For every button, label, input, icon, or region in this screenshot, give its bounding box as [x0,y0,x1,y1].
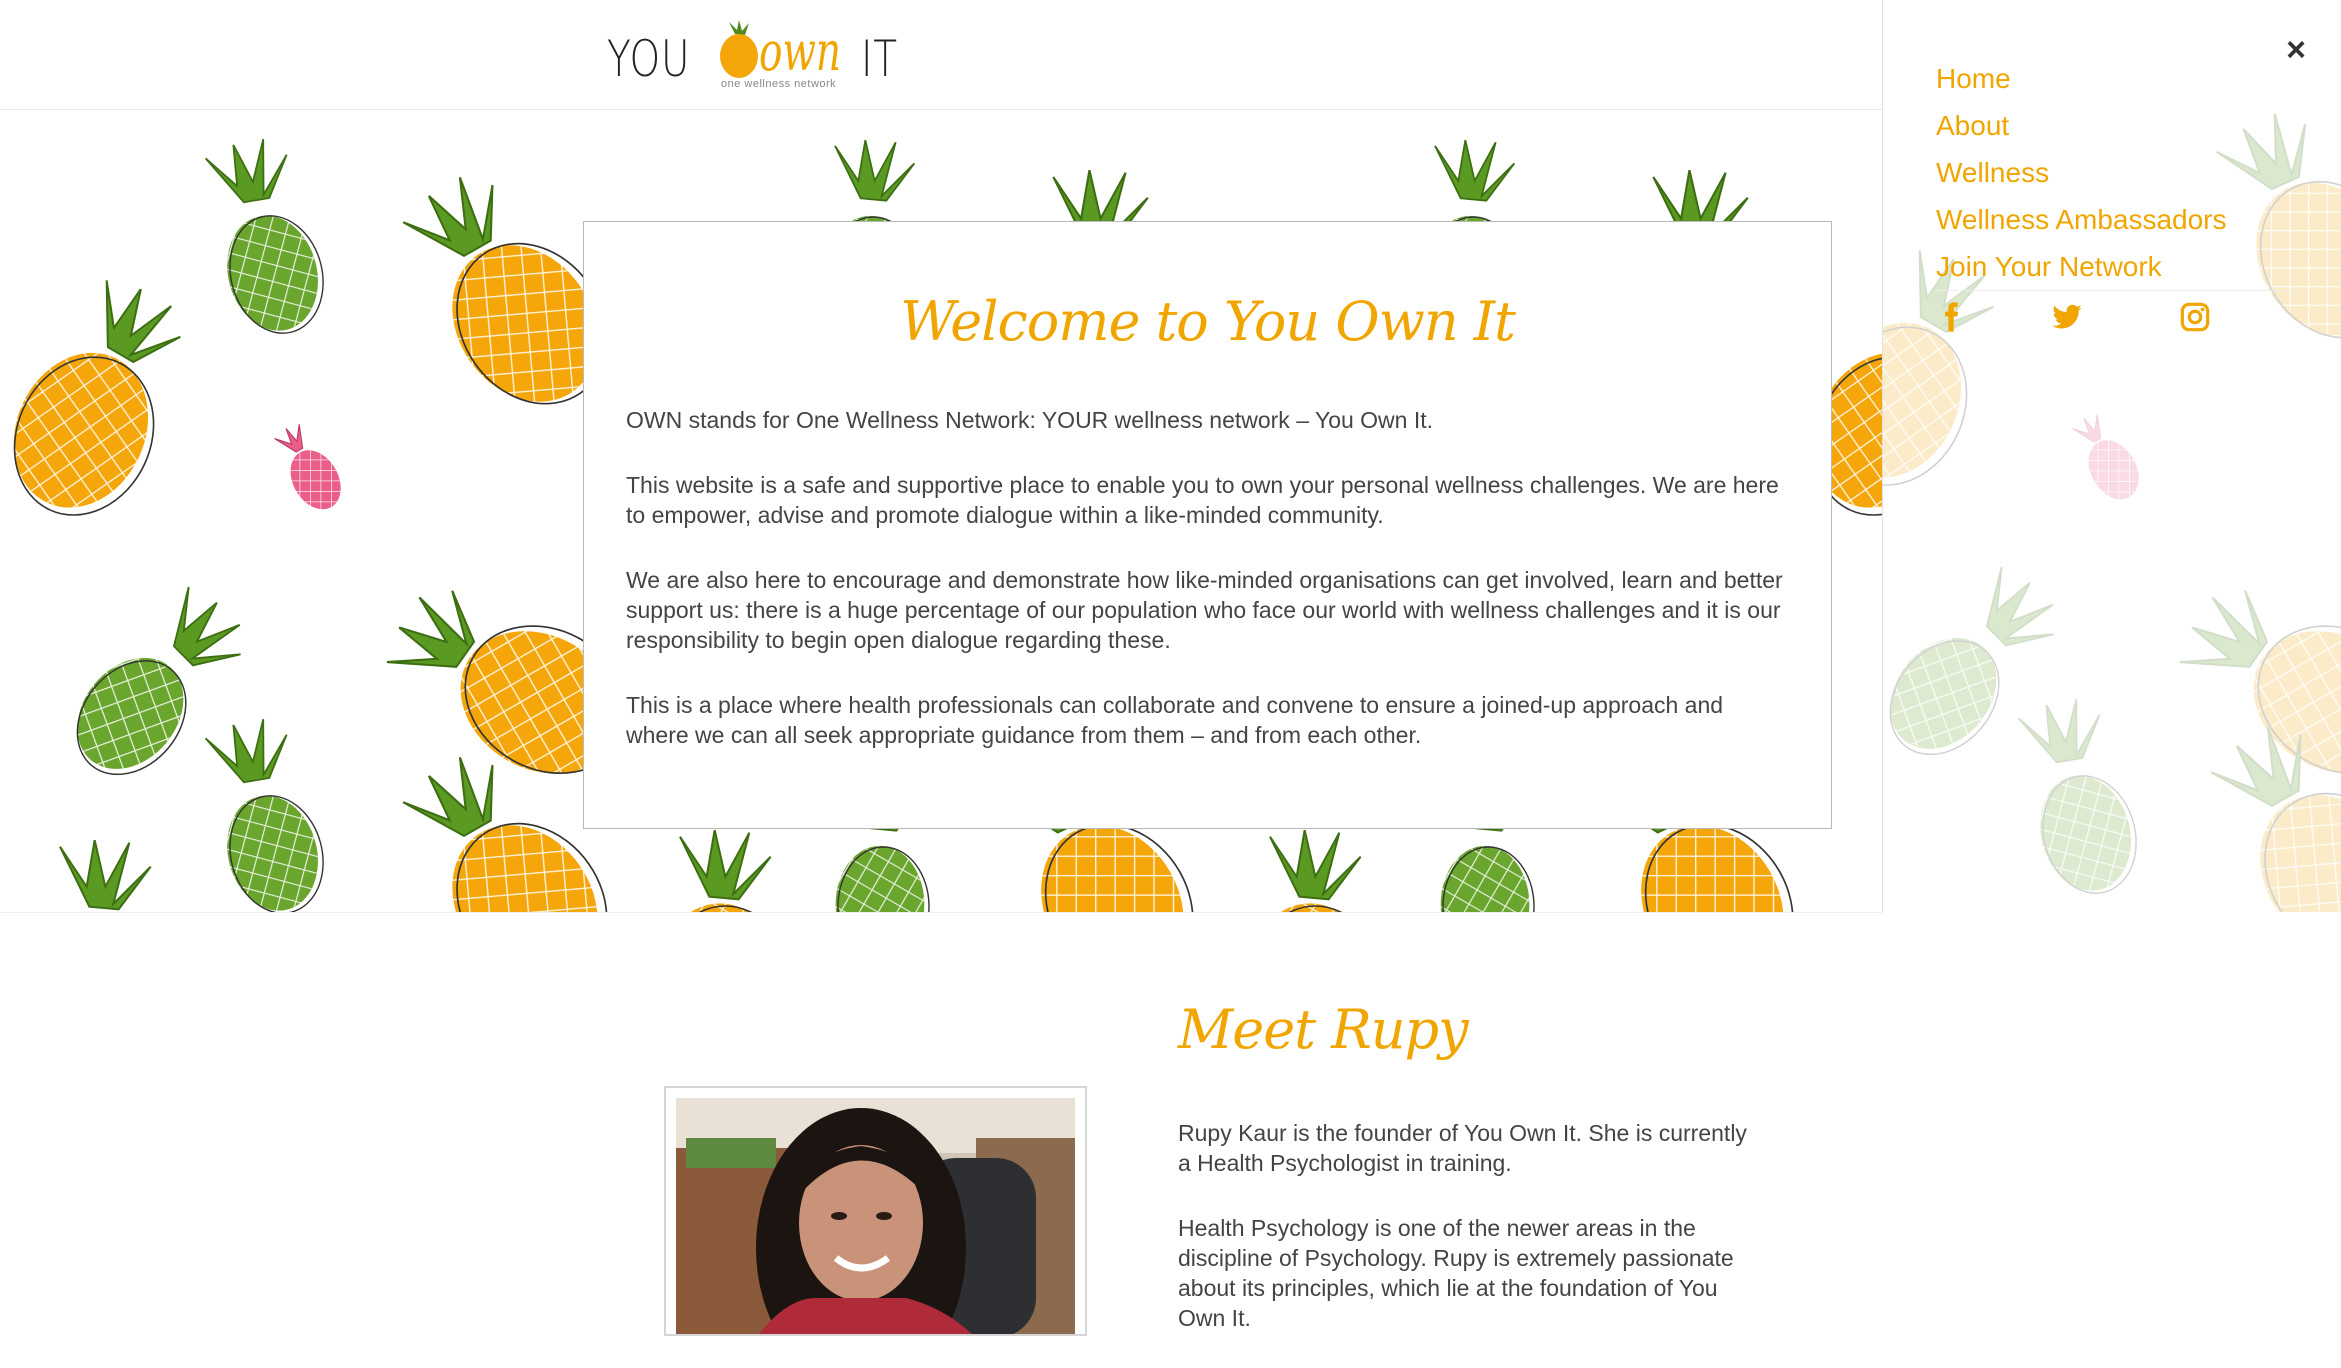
instagram-icon[interactable] [2179,300,2211,334]
welcome-paragraph-4: This is a place where health professiona… [626,692,1724,748]
nav-item-home[interactable]: Home [1936,55,2227,102]
nav-item-wellness-ambassadors[interactable]: Wellness Ambassadors [1936,196,2227,243]
rupy-photo [676,1098,1075,1334]
nav-item-about[interactable]: About [1936,102,2227,149]
main-nav: Home About Wellness Wellness Ambassadors… [1936,55,2227,290]
site-header: YOU own IT one wellness network [0,0,1882,110]
facebook-icon[interactable] [1935,300,1967,334]
welcome-title: Welcome to You Own It [900,290,1516,353]
close-icon: × [2286,30,2306,69]
welcome-paragraph-2: This website is a safe and supportive pl… [626,472,1779,528]
nav-item-join-your-network[interactable]: Join Your Network [1936,243,2227,290]
logo-tagline: one wellness network [721,78,837,90]
welcome-paragraph-3: We are also here to encourage and demons… [626,567,1783,653]
logo-word-you: YOU [607,30,691,88]
social-links [1883,300,2341,340]
hero-section: Welcome to You Own It OWN stands for One… [0,110,1882,913]
welcome-paragraph-1: OWN stands for One Wellness Network: YOU… [626,407,1434,433]
logo-own-text: own [759,20,841,80]
close-menu-button[interactable]: × [2276,30,2316,70]
logo-word-it: IT [861,30,898,88]
side-menu: × Home About Wellness Wellness Ambassado… [1882,0,2341,912]
meet-text: Rupy Kaur is the founder of You Own It. … [1178,1118,1758,1368]
meet-title: Meet Rupy [1178,998,1469,1061]
rupy-photo-frame [664,1086,1087,1336]
site-logo[interactable]: YOU own IT one wellness network [607,10,897,96]
meet-paragraph-2: Health Psychology is one of the newer ar… [1178,1215,1734,1331]
welcome-card: Welcome to You Own It OWN stands for One… [583,221,1832,829]
logo-own-pineapple: own [720,20,841,80]
meet-paragraph-1: Rupy Kaur is the founder of You Own It. … [1178,1120,1747,1176]
nav-divider [1936,290,2296,291]
nav-item-wellness[interactable]: Wellness [1936,149,2227,196]
twitter-icon[interactable] [2051,300,2083,334]
